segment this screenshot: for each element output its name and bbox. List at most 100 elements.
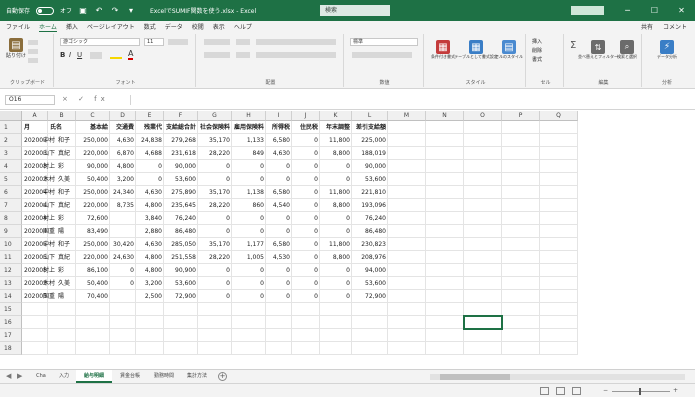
table-cell[interactable]: 0	[232, 225, 266, 238]
table-cell[interactable]: 35,170	[198, 134, 232, 147]
cell[interactable]	[266, 329, 292, 342]
cell[interactable]	[292, 342, 320, 355]
table-header-cell[interactable]: 支給総合計	[164, 121, 198, 134]
cell[interactable]	[352, 316, 388, 329]
column-header-m[interactable]: M	[388, 111, 426, 121]
cell[interactable]	[502, 147, 540, 160]
tab-help[interactable]: ヘルプ	[234, 22, 252, 31]
orientation-icon[interactable]	[236, 39, 250, 45]
table-cell[interactable]: 11,800	[320, 186, 352, 199]
row-header-11[interactable]: 11	[0, 251, 22, 264]
cell[interactable]	[426, 316, 464, 329]
table-cell[interactable]: 279,268	[164, 134, 198, 147]
table-cell[interactable]: 4,800	[136, 264, 164, 277]
table-cell[interactable]: 0	[320, 290, 352, 303]
cell[interactable]	[426, 251, 464, 264]
cell[interactable]	[540, 316, 578, 329]
table-cell[interactable]: 4,630	[110, 134, 136, 147]
add-sheet-icon[interactable]: +	[218, 372, 227, 381]
wrap-text-button[interactable]	[256, 39, 336, 45]
column-header-b[interactable]: B	[48, 111, 76, 121]
table-cell[interactable]: 86,480	[352, 225, 388, 238]
cell[interactable]	[464, 277, 502, 290]
tab-data[interactable]: データ	[165, 22, 183, 31]
cell[interactable]	[540, 212, 578, 225]
table-cell[interactable]: 76,240	[164, 212, 198, 225]
font-color-icon[interactable]: A	[128, 49, 134, 60]
cell[interactable]	[76, 342, 110, 355]
table-cell[interactable]: 0	[292, 238, 320, 251]
bold-icon[interactable]: B	[60, 51, 65, 59]
find-select-button[interactable]: ⌕ 検索と選択	[614, 40, 640, 60]
table-cell[interactable]: 0	[198, 277, 232, 290]
table-cell[interactable]: 53,600	[352, 173, 388, 186]
cell[interactable]	[292, 329, 320, 342]
cell-style-button[interactable]: ▤ セルのスタイル	[494, 40, 524, 60]
horizontal-align-icon[interactable]	[204, 52, 230, 58]
italic-icon[interactable]: I	[69, 51, 71, 59]
cell[interactable]	[48, 329, 76, 342]
sheet-tab[interactable]: 集計方法	[182, 370, 212, 383]
table-cell[interactable]: 53,600	[352, 277, 388, 290]
table-cell-given-name[interactable]: 久美	[56, 173, 76, 186]
zoom-in-button[interactable]: +	[673, 387, 678, 394]
cell[interactable]	[136, 303, 164, 316]
cell[interactable]	[164, 303, 198, 316]
table-cell-given-name[interactable]: 真紀	[56, 147, 76, 160]
row-header-17[interactable]: 17	[0, 329, 22, 342]
cell[interactable]	[426, 121, 464, 134]
autosum-icon[interactable]: Σ	[570, 40, 576, 51]
table-cell[interactable]: 208,976	[352, 251, 388, 264]
cell[interactable]	[48, 316, 76, 329]
cell[interactable]	[266, 316, 292, 329]
table-cell[interactable]: 250,000	[76, 134, 110, 147]
cell[interactable]	[502, 173, 540, 186]
table-header-cell[interactable]: 年末調整	[320, 121, 352, 134]
cell[interactable]	[388, 225, 426, 238]
cell[interactable]	[540, 199, 578, 212]
table-cell[interactable]: 8,800	[320, 199, 352, 212]
select-all-corner[interactable]	[0, 111, 22, 121]
cell[interactable]	[540, 303, 578, 316]
table-cell[interactable]: 1,177	[232, 238, 266, 251]
share-button[interactable]: 共有	[641, 22, 653, 31]
table-header-cell[interactable]: 基本給	[76, 121, 110, 134]
table-cell[interactable]: 0	[320, 264, 352, 277]
horizontal-scroll-thumb[interactable]	[440, 374, 510, 380]
table-cell[interactable]: 50,400	[76, 277, 110, 290]
table-cell[interactable]: 220,000	[76, 251, 110, 264]
column-header-c[interactable]: C	[76, 111, 110, 121]
table-cell[interactable]: 0	[136, 160, 164, 173]
table-cell[interactable]: 220,000	[76, 147, 110, 160]
font-size-grow-shrink-icon[interactable]	[168, 39, 188, 45]
cell[interactable]	[464, 186, 502, 199]
close-button[interactable]: ✕	[668, 0, 695, 21]
font-size-select[interactable]: 11	[144, 38, 164, 46]
column-header-h[interactable]: H	[232, 111, 266, 121]
table-cell[interactable]: 35,170	[198, 186, 232, 199]
cell[interactable]	[540, 277, 578, 290]
cell[interactable]	[352, 342, 388, 355]
number-format-select[interactable]: 標準	[350, 38, 418, 46]
page-layout-view-button[interactable]	[556, 387, 565, 395]
cell[interactable]	[232, 303, 266, 316]
table-cell[interactable]: 0	[320, 212, 352, 225]
table-cell-given-name[interactable]: 彩	[56, 212, 76, 225]
cell[interactable]	[540, 342, 578, 355]
table-cell[interactable]: 0	[198, 173, 232, 186]
cell[interactable]	[388, 303, 426, 316]
cell[interactable]	[136, 342, 164, 355]
cell[interactable]	[232, 316, 266, 329]
table-cell[interactable]: 0	[232, 160, 266, 173]
font-name-select[interactable]: 游ゴシック	[60, 38, 140, 46]
cell[interactable]	[22, 316, 48, 329]
cell[interactable]	[388, 173, 426, 186]
table-cell[interactable]: 0	[232, 173, 266, 186]
row-header-8[interactable]: 8	[0, 212, 22, 225]
sheet-nav-prev-icon[interactable]: ◀	[6, 370, 11, 383]
table-cell[interactable]: 35,170	[198, 238, 232, 251]
cell[interactable]	[426, 199, 464, 212]
account-button[interactable]	[571, 6, 604, 15]
table-cell[interactable]: 250,000	[76, 238, 110, 251]
cell[interactable]	[48, 303, 76, 316]
